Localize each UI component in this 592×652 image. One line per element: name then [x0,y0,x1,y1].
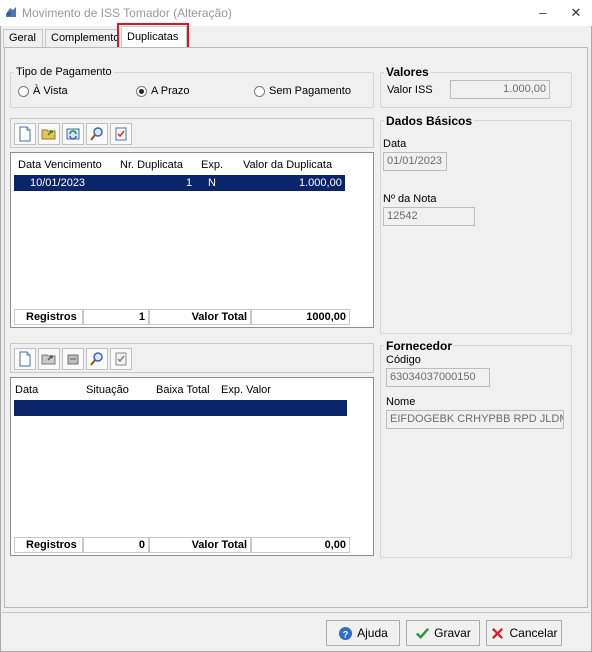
open-folder-icon [41,129,56,140]
tab-geral[interactable]: Geral [3,29,43,48]
data-field[interactable]: 01/01/2023 [383,152,447,171]
radio-a-vista-label: À Vista [33,85,68,97]
col-situacao[interactable]: Situação [86,384,129,396]
ajuda-button[interactable]: ? Ajuda [326,620,400,646]
search-baixa-button[interactable] [86,348,108,370]
nome-field[interactable]: EIFDOGEBK CRHYPBB RPD JLDM [386,410,564,429]
baixas-toolbar [10,343,374,373]
table-row[interactable] [14,400,347,416]
fornecedor-title: Fornecedor [384,339,455,353]
new-document-icon [19,351,31,367]
valores-title: Valores [384,65,431,79]
cell-exp: N [208,177,216,189]
recycle-icon [67,354,79,365]
duplicatas-registros-count: 1 [83,309,149,325]
new-document-icon [19,126,31,142]
table-row[interactable]: 10/01/2023 1 N 1.000,00 [14,175,345,191]
radio-a-vista[interactable]: À Vista [18,85,68,97]
ajuda-label: Ajuda [357,626,388,640]
codigo-label: Código [386,354,421,366]
search-icon [90,127,103,141]
baixas-grid: Data Situação Baixa Total Exp. Valor Reg… [10,377,374,556]
bottom-separator [0,612,592,613]
valor-iss-field[interactable]: 1.000,00 [450,80,550,99]
valor-iss-label: Valor ISS [387,84,433,96]
col-nr-duplicata[interactable]: Nr. Duplicata [120,159,183,171]
duplicatas-grid: Data Vencimento Nr. Duplicata Exp. Valor… [10,152,374,328]
data-label: Data [383,138,407,150]
open-folder-button[interactable] [38,123,60,145]
help-icon: ? [339,626,353,640]
col-exp[interactable]: Exp. [201,159,223,171]
radio-a-prazo-circle[interactable] [136,85,147,97]
cancelar-button[interactable]: Cancelar [486,620,562,646]
registros-label: Registros [26,311,77,323]
tab-strip: Geral Complemento Duplicatas [3,23,589,50]
delete-baixa-button[interactable] [62,348,84,370]
checklist-baixa-button[interactable] [110,348,132,370]
app-icon [4,5,18,19]
close-icon [492,627,504,639]
gravar-button[interactable]: Gravar [406,620,480,646]
radio-sem-pagamento-label: Sem Pagamento [269,85,351,97]
cell-data: 10/01/2023 [30,177,86,189]
baixas-registros-label-cell: Registros [14,537,83,553]
col-valor-duplicata[interactable]: Valor da Duplicata [243,159,332,171]
duplicatas-total-label: Valor Total [149,309,251,325]
codigo-field[interactable]: 63034037000150 [386,368,490,387]
duplicatas-total-value: 1000,00 [251,309,350,325]
gravar-label: Gravar [434,626,471,640]
checklist-icon [115,127,127,141]
svg-text:?: ? [343,629,349,639]
col-exp-valor[interactable]: Exp. Valor [221,384,271,396]
radio-a-prazo-label: A Prazo [151,85,190,97]
close-button[interactable]: ✕ [563,3,589,23]
cell-valor: 1.000,00 [299,177,342,189]
minimize-button[interactable]: – [530,3,556,23]
window-title: Movimento de ISS Tomador (Alteração) [22,6,232,20]
duplicatas-registros-label-cell: Registros [14,309,83,325]
baixas-total-label: Valor Total [149,537,251,553]
title-bar: Movimento de ISS Tomador (Alteração) – ✕ [0,0,592,26]
tipo-pagamento-title: Tipo de Pagamento [14,66,114,78]
nota-label: Nº da Nota [383,193,437,205]
col-baixa-total[interactable]: Baixa Total [156,384,210,396]
tab-complemento[interactable]: Complemento [45,29,119,48]
open-baixa-button[interactable] [38,348,60,370]
baixas-total-value: 0,00 [251,537,350,553]
checklist-button[interactable] [110,123,132,145]
radio-a-vista-circle[interactable] [18,85,29,97]
radio-a-prazo[interactable]: A Prazo [136,85,190,97]
duplicatas-toolbar [10,118,374,148]
refresh-icon [66,128,80,140]
check-icon [416,627,430,639]
new-baixa-button[interactable] [14,348,36,370]
nome-label: Nome [386,396,416,408]
radio-sem-pagamento[interactable]: Sem Pagamento [254,85,351,97]
cancelar-label: Cancelar [509,626,558,640]
open-folder-icon [41,354,56,365]
new-document-button[interactable] [14,123,36,145]
refresh-button[interactable] [62,123,84,145]
dados-basicos-title: Dados Básicos [384,114,475,128]
col-data[interactable]: Data [15,384,38,396]
baixas-registros-count: 0 [83,537,149,553]
tab-highlight-box [117,23,189,50]
search-button[interactable] [86,123,108,145]
nota-field[interactable]: 12542 [383,207,475,226]
cell-nr: 1 [186,177,193,189]
registros-label: Registros [26,539,77,551]
checklist-icon [115,352,127,366]
col-data-vencimento[interactable]: Data Vencimento [18,159,102,171]
radio-sem-pagamento-circle[interactable] [254,85,265,97]
search-icon [90,352,103,366]
